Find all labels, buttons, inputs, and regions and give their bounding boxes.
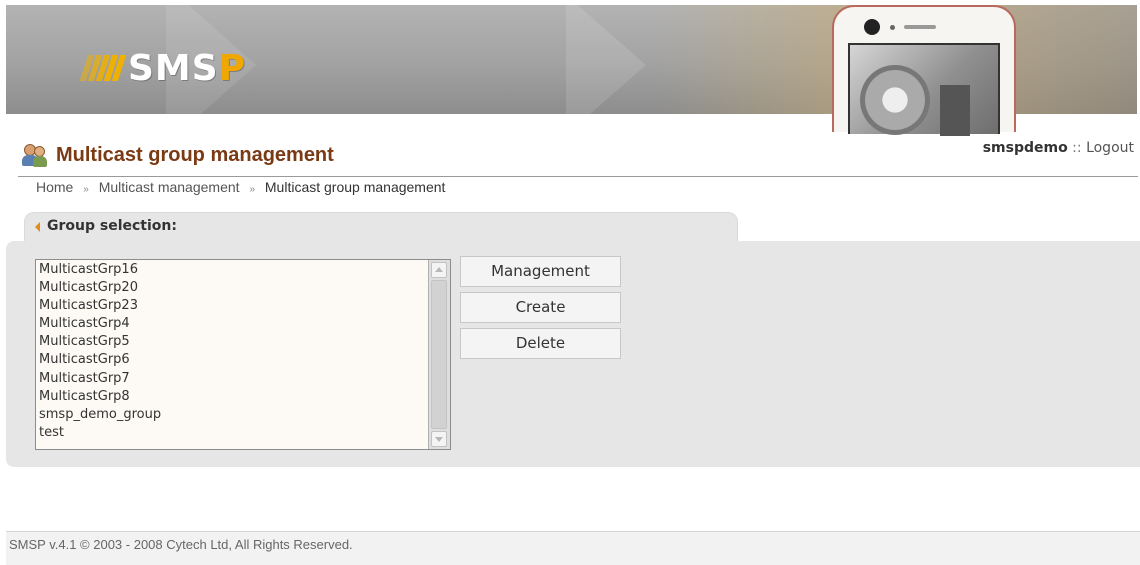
phone-camera	[864, 19, 880, 35]
group-selection-label: Group selection:	[47, 218, 177, 234]
logo-text: SMSP	[128, 48, 246, 89]
breadcrumb-separator: »	[83, 184, 89, 195]
scroll-down-button[interactable]	[431, 431, 447, 447]
users-group-icon	[22, 142, 48, 168]
create-button[interactable]: Create	[460, 292, 621, 323]
listbox-scrollbar[interactable]	[428, 260, 450, 449]
group-option[interactable]: MulticastGrp20	[39, 279, 161, 297]
page-header: Multicast group management smspdemo :: L…	[18, 140, 1140, 176]
phone-screen-graphic	[940, 85, 970, 136]
group-option[interactable]: MulticastGrp8	[39, 388, 161, 406]
chevron-down-icon	[435, 437, 443, 442]
copyright-text: SMSP v.4.1 © 2003 - 2008 Cytech Ltd, All…	[9, 537, 353, 552]
logo-stripes-icon	[79, 55, 127, 81]
chevron-up-icon	[435, 267, 443, 272]
group-option[interactable]: MulticastGrp4	[39, 315, 161, 333]
breadcrumb: Home » Multicast management » Multicast …	[36, 179, 445, 195]
breadcrumb-home[interactable]: Home	[36, 179, 73, 195]
scroll-up-button[interactable]	[431, 262, 447, 278]
group-option[interactable]: MulticastGrp5	[39, 333, 161, 351]
group-option[interactable]: MulticastGrp23	[39, 297, 161, 315]
group-listbox[interactable]: MulticastGrp16 MulticastGrp20 MulticastG…	[35, 259, 451, 450]
group-list: MulticastGrp16 MulticastGrp20 MulticastG…	[39, 261, 161, 442]
management-button[interactable]: Management	[460, 256, 621, 287]
group-option[interactable]: test	[39, 424, 161, 442]
username: smspdemo	[982, 140, 1068, 156]
footer: SMSP v.4.1 © 2003 - 2008 Cytech Ltd, All…	[6, 531, 1140, 565]
user-area: smspdemo :: Logout	[983, 140, 1134, 156]
phone-screen	[848, 43, 1000, 136]
breadcrumb-separator: »	[249, 184, 255, 195]
scrollbar-track[interactable]	[431, 280, 447, 429]
page-title: Multicast group management	[56, 144, 334, 166]
phone-illustration	[832, 5, 1016, 136]
smsp-logo: SMSP	[79, 48, 246, 89]
phone-speaker	[904, 25, 936, 29]
logo-text-accent: P	[218, 47, 247, 89]
phone-screen-graphic	[860, 65, 930, 135]
group-option[interactable]: MulticastGrp16	[39, 261, 161, 279]
banner-decoration	[566, 5, 646, 114]
breadcrumb-current: Multicast group management	[264, 179, 446, 195]
group-option[interactable]: MulticastGrp7	[39, 370, 161, 388]
title-divider	[18, 176, 1138, 177]
user-separator: ::	[1072, 140, 1082, 156]
logout-link[interactable]: Logout	[1086, 140, 1134, 156]
group-selection-tab: Group selection:	[24, 212, 738, 242]
group-option[interactable]: MulticastGrp6	[39, 351, 161, 369]
arrow-left-icon	[35, 222, 40, 232]
logo-text-main: SMS	[128, 47, 219, 89]
phone-dot	[890, 25, 895, 30]
group-option[interactable]: smsp_demo_group	[39, 406, 161, 424]
breadcrumb-multicast-management[interactable]: Multicast management	[99, 179, 240, 195]
delete-button[interactable]: Delete	[460, 328, 621, 359]
